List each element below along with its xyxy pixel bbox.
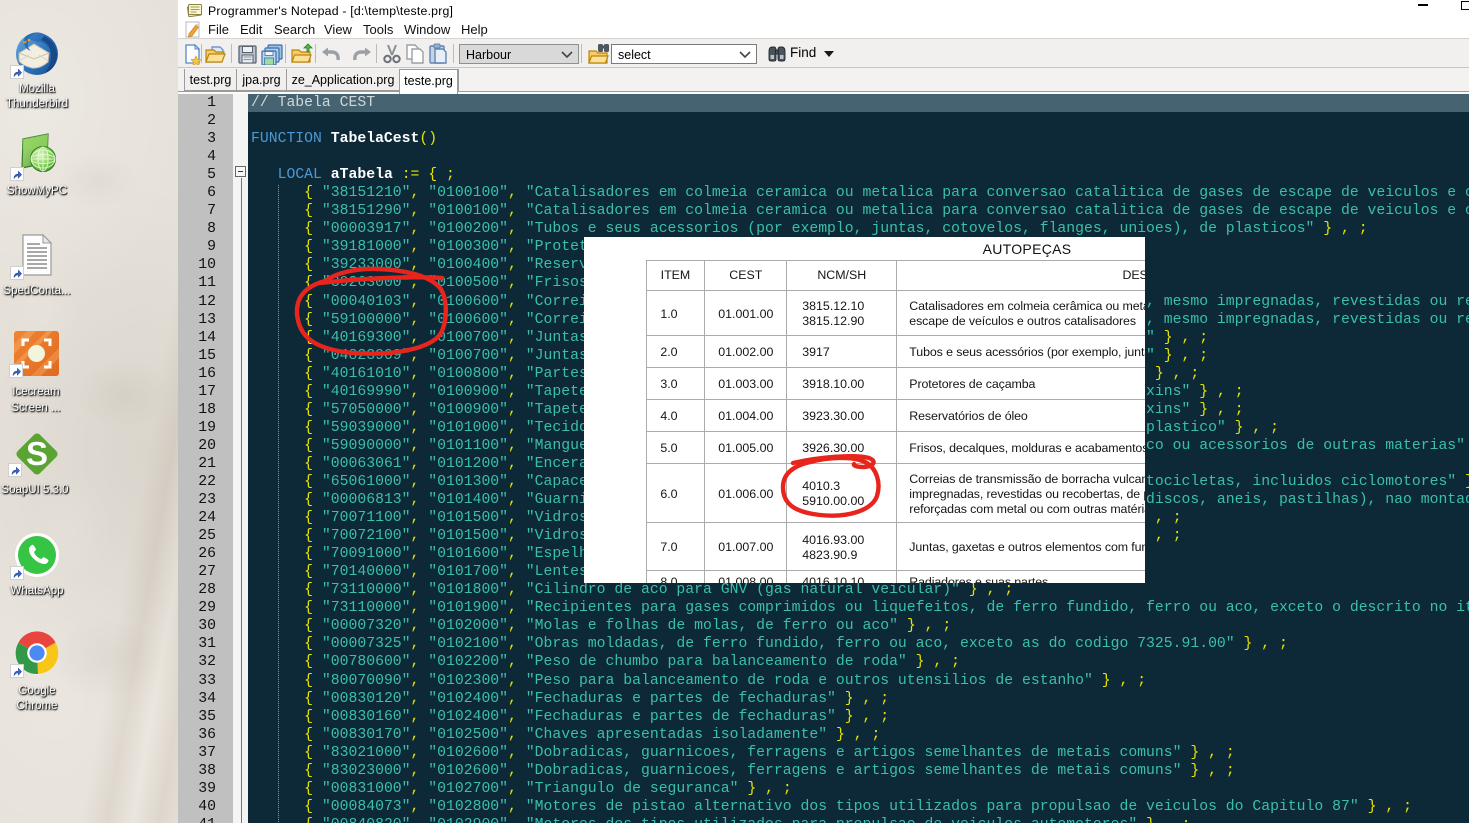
svg-text:S: S	[26, 435, 48, 472]
